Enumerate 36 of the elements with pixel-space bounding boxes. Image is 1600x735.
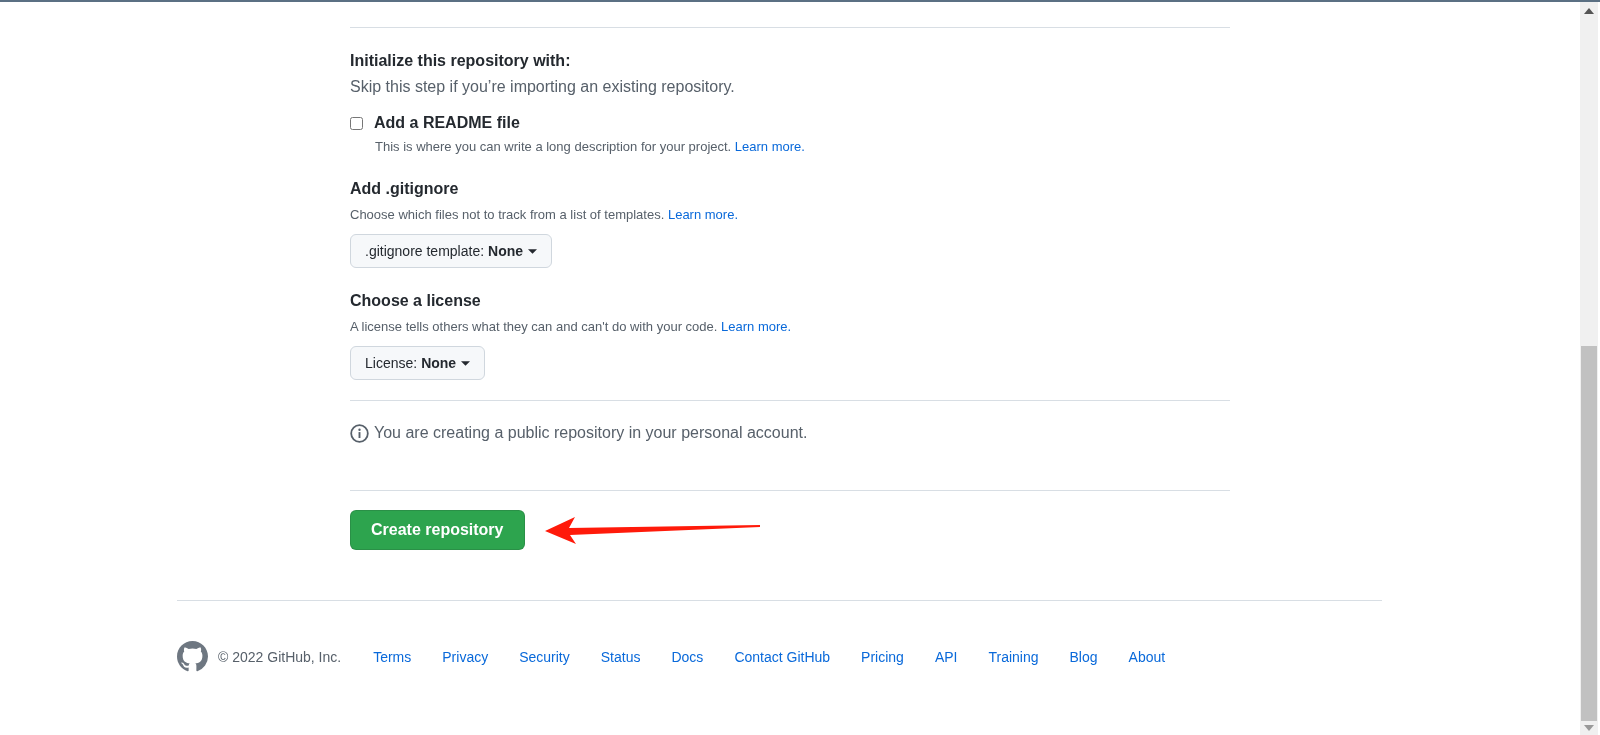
info-icon bbox=[350, 423, 369, 443]
footer-link[interactable]: Status bbox=[600, 648, 641, 665]
footer-link[interactable]: Training bbox=[988, 648, 1039, 665]
checkbox-label[interactable]: Add a README file bbox=[374, 112, 520, 134]
readme-checkbox[interactable] bbox=[350, 116, 363, 130]
section-description: Choose which files not to track from a list of templates. Learn more. bbox=[350, 206, 738, 224]
caret-icon bbox=[528, 248, 538, 254]
scroll-up-icon[interactable] bbox=[1584, 8, 1594, 14]
footer-link[interactable]: Terms bbox=[373, 648, 412, 665]
learn-more-link[interactable]: Learn more. bbox=[734, 139, 805, 154]
dropdown-button[interactable]: License: None bbox=[350, 346, 486, 380]
footer-link[interactable]: Security bbox=[519, 648, 570, 665]
octocat-logo-icon[interactable] bbox=[177, 641, 208, 672]
learn-more-link[interactable]: Learn more. bbox=[721, 319, 792, 334]
footer-link[interactable]: Blog bbox=[1069, 648, 1098, 665]
section-heading: Choose a license bbox=[350, 291, 481, 311]
section-heading: Add .gitignore bbox=[350, 179, 459, 199]
dropdown-button[interactable]: .gitignore template: None bbox=[350, 234, 553, 268]
notice-text: You are creating a public repository in your personal account. bbox=[374, 424, 808, 442]
footer-link[interactable]: Privacy bbox=[442, 648, 489, 665]
footer-link[interactable]: Contact GitHub bbox=[734, 648, 831, 665]
footer-link[interactable]: API bbox=[934, 648, 958, 665]
footer-link[interactable]: About bbox=[1128, 648, 1166, 665]
learn-more-link[interactable]: Learn more. bbox=[667, 207, 738, 222]
readme-description: This is where you can write a long description for your project. Learn more. bbox=[375, 138, 805, 156]
scroll-down-icon[interactable] bbox=[1584, 725, 1594, 731]
section-description: A license tells others what they can and can't do with your code. Learn more. bbox=[350, 318, 792, 336]
create-repository-button[interactable]: Create repository bbox=[350, 510, 525, 550]
scrollbar-thumb[interactable] bbox=[1581, 346, 1597, 721]
copyright-text: © 2022 GitHub, Inc. bbox=[218, 648, 342, 665]
section-subtitle: Skip this step if you’re importing an existing repository. bbox=[350, 77, 735, 97]
scrollbar[interactable] bbox=[1580, 2, 1598, 735]
footer-link[interactable]: Pricing bbox=[861, 648, 904, 665]
caret-icon bbox=[461, 360, 471, 366]
section-heading: Initialize this repository with: bbox=[350, 51, 571, 71]
footer-link[interactable]: Docs bbox=[671, 648, 704, 665]
